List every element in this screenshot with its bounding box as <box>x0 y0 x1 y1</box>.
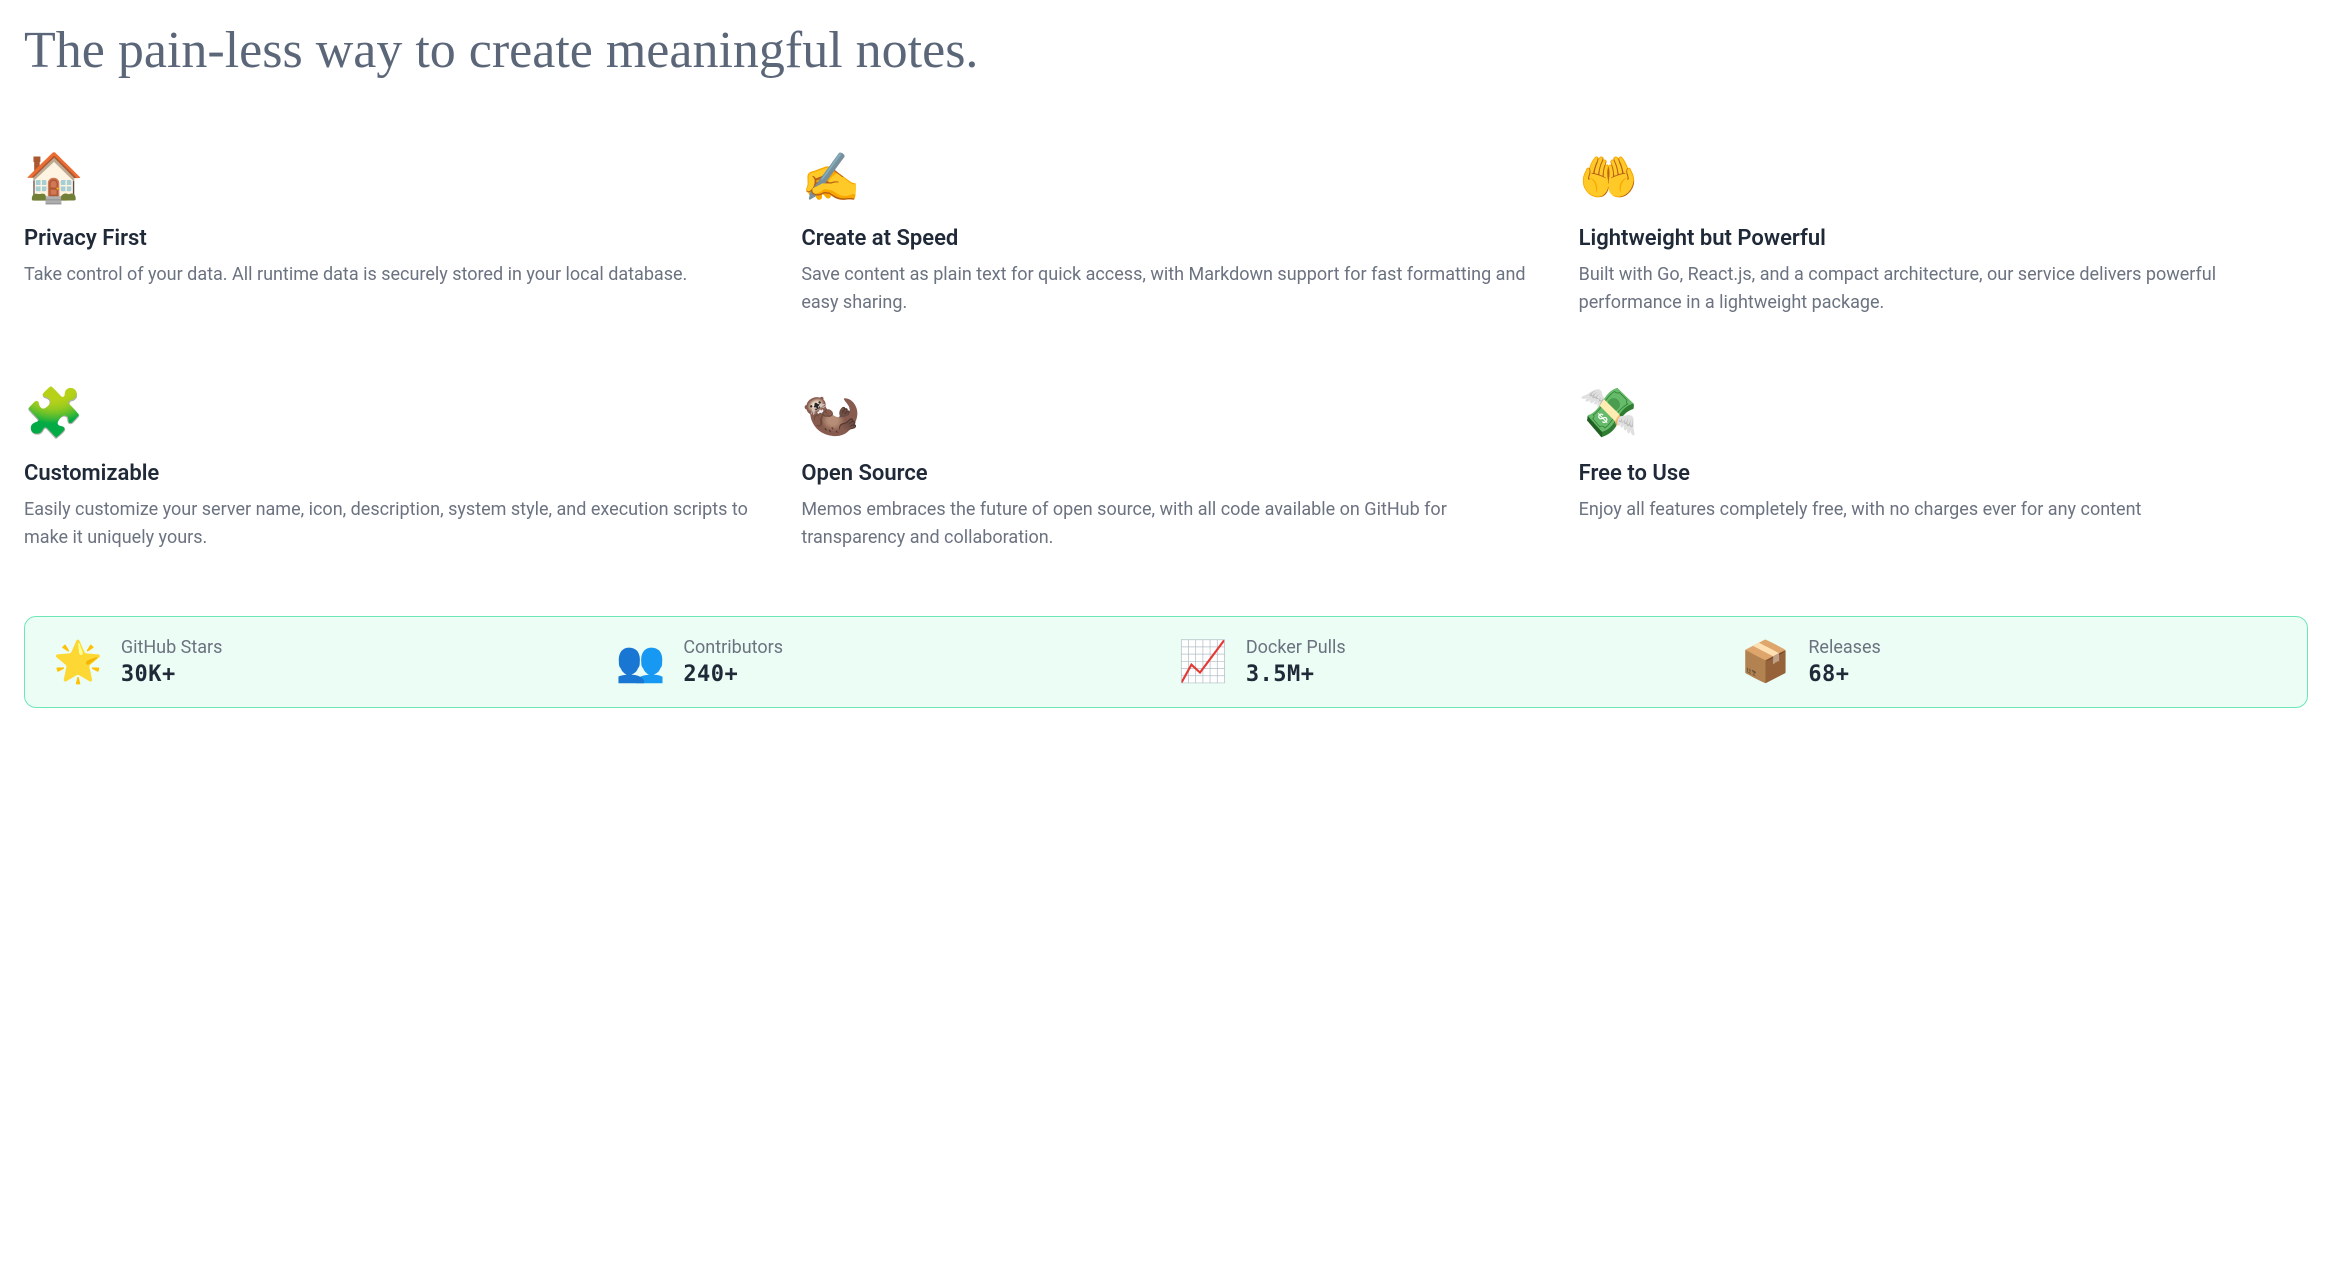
money-wings-icon: 💸 <box>1579 389 2308 437</box>
house-icon: 🏠 <box>24 154 753 202</box>
feature-create-at-speed: ✍️ Create at Speed Save content as plain… <box>801 154 1530 317</box>
feature-desc: Take control of your data. All runtime d… <box>24 261 753 289</box>
feature-title: Open Source <box>801 461 1530 486</box>
feature-lightweight: 🤲 Lightweight but Powerful Built with Go… <box>1579 154 2308 317</box>
feature-customizable: 🧩 Customizable Easily customize your ser… <box>24 389 753 552</box>
stat-value: 240+ <box>683 662 783 687</box>
stat-text: Releases 68+ <box>1808 637 1880 687</box>
stat-docker-pulls: 📈 Docker Pulls 3.5M+ <box>1178 637 1717 687</box>
chart-up-icon: 📈 <box>1178 642 1228 682</box>
stat-label: Docker Pulls <box>1246 637 1346 658</box>
stat-text: GitHub Stars 30K+ <box>121 637 223 687</box>
feature-desc: Memos embraces the future of open source… <box>801 496 1530 552</box>
open-hands-icon: 🤲 <box>1579 154 2308 202</box>
feature-title: Free to Use <box>1579 461 2308 486</box>
feature-free-to-use: 💸 Free to Use Enjoy all features complet… <box>1579 389 2308 552</box>
puzzle-piece-icon: 🧩 <box>24 389 753 437</box>
stat-github-stars: 🌟 GitHub Stars 30K+ <box>53 637 592 687</box>
feature-desc: Enjoy all features completely free, with… <box>1579 496 2308 524</box>
writing-hand-icon: ✍️ <box>801 154 1530 202</box>
stat-label: Contributors <box>683 637 783 658</box>
otter-icon: 🦦 <box>801 389 1530 437</box>
feature-title: Create at Speed <box>801 226 1530 251</box>
stat-releases: 📦 Releases 68+ <box>1741 637 2280 687</box>
page-heading: The pain-less way to create meaningful n… <box>24 20 2308 82</box>
stat-text: Contributors 240+ <box>683 637 783 687</box>
star-icon: 🌟 <box>53 642 103 682</box>
people-icon: 👥 <box>616 642 666 682</box>
package-icon: 📦 <box>1741 642 1791 682</box>
stat-label: Releases <box>1808 637 1880 658</box>
stat-text: Docker Pulls 3.5M+ <box>1246 637 1346 687</box>
stat-value: 68+ <box>1808 662 1880 687</box>
stat-value: 3.5M+ <box>1246 662 1346 687</box>
features-grid: 🏠 Privacy First Take control of your dat… <box>24 154 2308 552</box>
feature-desc: Built with Go, React.js, and a compact a… <box>1579 261 2308 317</box>
feature-title: Customizable <box>24 461 753 486</box>
stats-bar: 🌟 GitHub Stars 30K+ 👥 Contributors 240+ … <box>24 616 2308 708</box>
feature-title: Privacy First <box>24 226 753 251</box>
feature-title: Lightweight but Powerful <box>1579 226 2308 251</box>
stat-contributors: 👥 Contributors 240+ <box>616 637 1155 687</box>
feature-desc: Easily customize your server name, icon,… <box>24 496 753 552</box>
feature-privacy-first: 🏠 Privacy First Take control of your dat… <box>24 154 753 317</box>
stat-label: GitHub Stars <box>121 637 223 658</box>
feature-desc: Save content as plain text for quick acc… <box>801 261 1530 317</box>
stat-value: 30K+ <box>121 662 223 687</box>
feature-open-source: 🦦 Open Source Memos embraces the future … <box>801 389 1530 552</box>
